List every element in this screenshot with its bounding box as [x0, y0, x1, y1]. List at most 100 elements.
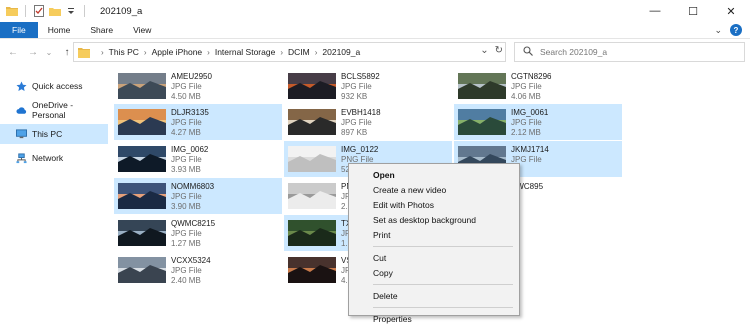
- thumbnail-image: [118, 146, 166, 172]
- toolbar-separator: [25, 5, 26, 17]
- title-bar: 202109_a — ☐ ✕: [0, 0, 750, 22]
- thumbnail-image: [288, 146, 336, 172]
- recent-locations-icon[interactable]: ⌄: [42, 48, 56, 57]
- cloud-icon: [16, 105, 27, 116]
- menu-item-open[interactable]: Open: [349, 167, 519, 182]
- file-item[interactable]: BCLS5892 JPG File 932 KB: [284, 68, 452, 104]
- new-folder-icon[interactable]: [49, 5, 61, 17]
- minimize-button[interactable]: —: [636, 0, 674, 22]
- file-item[interactable]: VCXX5324 JPG File 2.40 MB: [114, 252, 282, 288]
- breadcrumb: › This PC › Apple iPhone › Internal Stor…: [96, 47, 360, 57]
- toolbar-separator: [84, 5, 85, 17]
- menu-item-print[interactable]: Print: [349, 227, 519, 242]
- file-name: DLJR3135: [171, 108, 209, 117]
- file-type: JPG File: [171, 266, 202, 275]
- file-size: 2.40 MB: [171, 276, 201, 285]
- file-item[interactable]: CGTN8296 JPG File 4.06 MB: [454, 68, 622, 104]
- tab-home[interactable]: Home: [38, 22, 81, 38]
- menu-separator: [373, 307, 513, 308]
- file-name: EVBH1418: [341, 108, 381, 117]
- thumbnail-image: [118, 257, 166, 283]
- tab-file[interactable]: File: [0, 22, 38, 38]
- file-type: JPG File: [511, 82, 542, 91]
- file-item[interactable]: DLJR3135 JPG File 4.27 MB: [114, 104, 282, 140]
- sidebar-item-quick-access[interactable]: Quick access: [0, 76, 108, 96]
- menu-item-edit-with-photos[interactable]: Edit with Photos: [349, 197, 519, 212]
- file-name: CGTN8296: [511, 72, 552, 81]
- file-type: JPG File: [341, 118, 372, 127]
- menu-item-copy[interactable]: Copy: [349, 265, 519, 280]
- file-item[interactable]: IMG_0061 JPG File 2.12 MB: [454, 104, 622, 140]
- sidebar-item-label: Network: [32, 153, 64, 163]
- file-name: VCXX5324: [171, 256, 211, 265]
- menu-item-create-a-new-video[interactable]: Create a new video: [349, 182, 519, 197]
- file-name: IMG_0062: [171, 145, 209, 154]
- expand-ribbon-icon[interactable]: ⌄: [714, 25, 722, 36]
- menu-item-properties[interactable]: Properties: [349, 311, 519, 326]
- file-type: JPG File: [511, 118, 542, 127]
- properties-icon[interactable]: [33, 5, 45, 17]
- file-type: JPG File: [171, 192, 202, 201]
- chevron-right-icon[interactable]: ›: [315, 48, 318, 57]
- crumb-dcim[interactable]: DCIM: [288, 47, 310, 57]
- crumb-current-folder[interactable]: 202109_a: [322, 47, 360, 57]
- file-item[interactable]: AMEU2950 JPG File 4.50 MB: [114, 68, 282, 104]
- search-icon: [523, 46, 533, 58]
- customize-toolbar-icon[interactable]: [65, 5, 77, 17]
- thumbnail-image: [118, 73, 166, 99]
- file-item[interactable]: NOMM6803 JPG File 3.90 MB: [114, 178, 282, 214]
- address-bar[interactable]: › This PC › Apple iPhone › Internal Stor…: [73, 42, 506, 62]
- menu-item-cut[interactable]: Cut: [349, 250, 519, 265]
- search-placeholder: Search 202109_a: [540, 47, 608, 57]
- file-item[interactable]: EVBH1418 JPG File 897 KB: [284, 104, 452, 140]
- file-name: BCLS5892: [341, 72, 380, 81]
- refresh-icon[interactable]: ↻: [495, 45, 503, 56]
- menu-item-set-as-desktop-background[interactable]: Set as desktop background: [349, 212, 519, 227]
- quick-access-toolbar: 202109_a: [0, 0, 142, 22]
- back-arrow-icon[interactable]: ←: [6, 47, 20, 58]
- crumb-internal-storage[interactable]: Internal Storage: [215, 47, 275, 57]
- tab-view[interactable]: View: [123, 22, 161, 38]
- file-name: AMEU2950: [171, 72, 212, 81]
- file-name: IMG_0122: [341, 145, 379, 154]
- folder-icon: [6, 5, 18, 17]
- chevron-right-icon[interactable]: ›: [144, 48, 147, 57]
- folder-icon: [78, 47, 90, 58]
- thumbnail-image: [118, 183, 166, 209]
- help-icon[interactable]: ?: [730, 24, 742, 36]
- file-item[interactable]: QWMC8215 JPG File 1.27 MB: [114, 215, 282, 251]
- file-item[interactable]: IMG_0062 JPG File 3.93 MB: [114, 141, 282, 177]
- sidebar-item-this-pc[interactable]: This PC: [0, 124, 108, 144]
- file-type: JPG File: [171, 82, 202, 91]
- navigation-pane: Quick access OneDrive - Personal This PC…: [0, 66, 108, 326]
- file-size: 932 KB: [341, 92, 368, 101]
- thumbnail-image: [458, 109, 506, 135]
- file-name: IMG_0061: [511, 108, 549, 117]
- thumbnail-image: [288, 220, 336, 246]
- menu-separator: [373, 284, 513, 285]
- thumbnail-image: [118, 220, 166, 246]
- file-size: 3.90 MB: [171, 202, 201, 211]
- sidebar-item-onedrive[interactable]: OneDrive - Personal: [0, 100, 108, 120]
- file-type: JPG File: [341, 82, 372, 91]
- context-menu: Open Create a new video Edit with Photos Se…: [348, 163, 520, 324]
- sidebar-item-label: This PC: [32, 129, 63, 139]
- crumb-apple-iphone[interactable]: Apple iPhone: [152, 47, 203, 57]
- crumb-this-pc[interactable]: This PC: [109, 47, 139, 57]
- sidebar-item-network[interactable]: Network: [0, 148, 108, 168]
- thumbnail-image: [288, 109, 336, 135]
- search-input[interactable]: Search 202109_a: [514, 42, 745, 62]
- navigation-bar: ← → ⌄ ↑ › This PC › Apple iPhone › Inter…: [0, 39, 750, 65]
- file-name: QWMC8215: [171, 219, 216, 228]
- menu-item-delete[interactable]: Delete: [349, 288, 519, 303]
- forward-arrow-icon[interactable]: →: [26, 47, 40, 58]
- address-dropdown-icon[interactable]: ⌄: [480, 45, 488, 56]
- file-size: 4.06 MB: [511, 92, 541, 101]
- maximize-button[interactable]: ☐: [674, 0, 712, 22]
- tab-share[interactable]: Share: [80, 22, 123, 38]
- close-button[interactable]: ✕: [712, 0, 750, 22]
- file-size: 2.12 MB: [511, 128, 541, 137]
- chevron-right-icon[interactable]: ›: [280, 48, 283, 57]
- up-arrow-icon[interactable]: ↑: [60, 47, 74, 58]
- chevron-right-icon[interactable]: ›: [207, 48, 210, 57]
